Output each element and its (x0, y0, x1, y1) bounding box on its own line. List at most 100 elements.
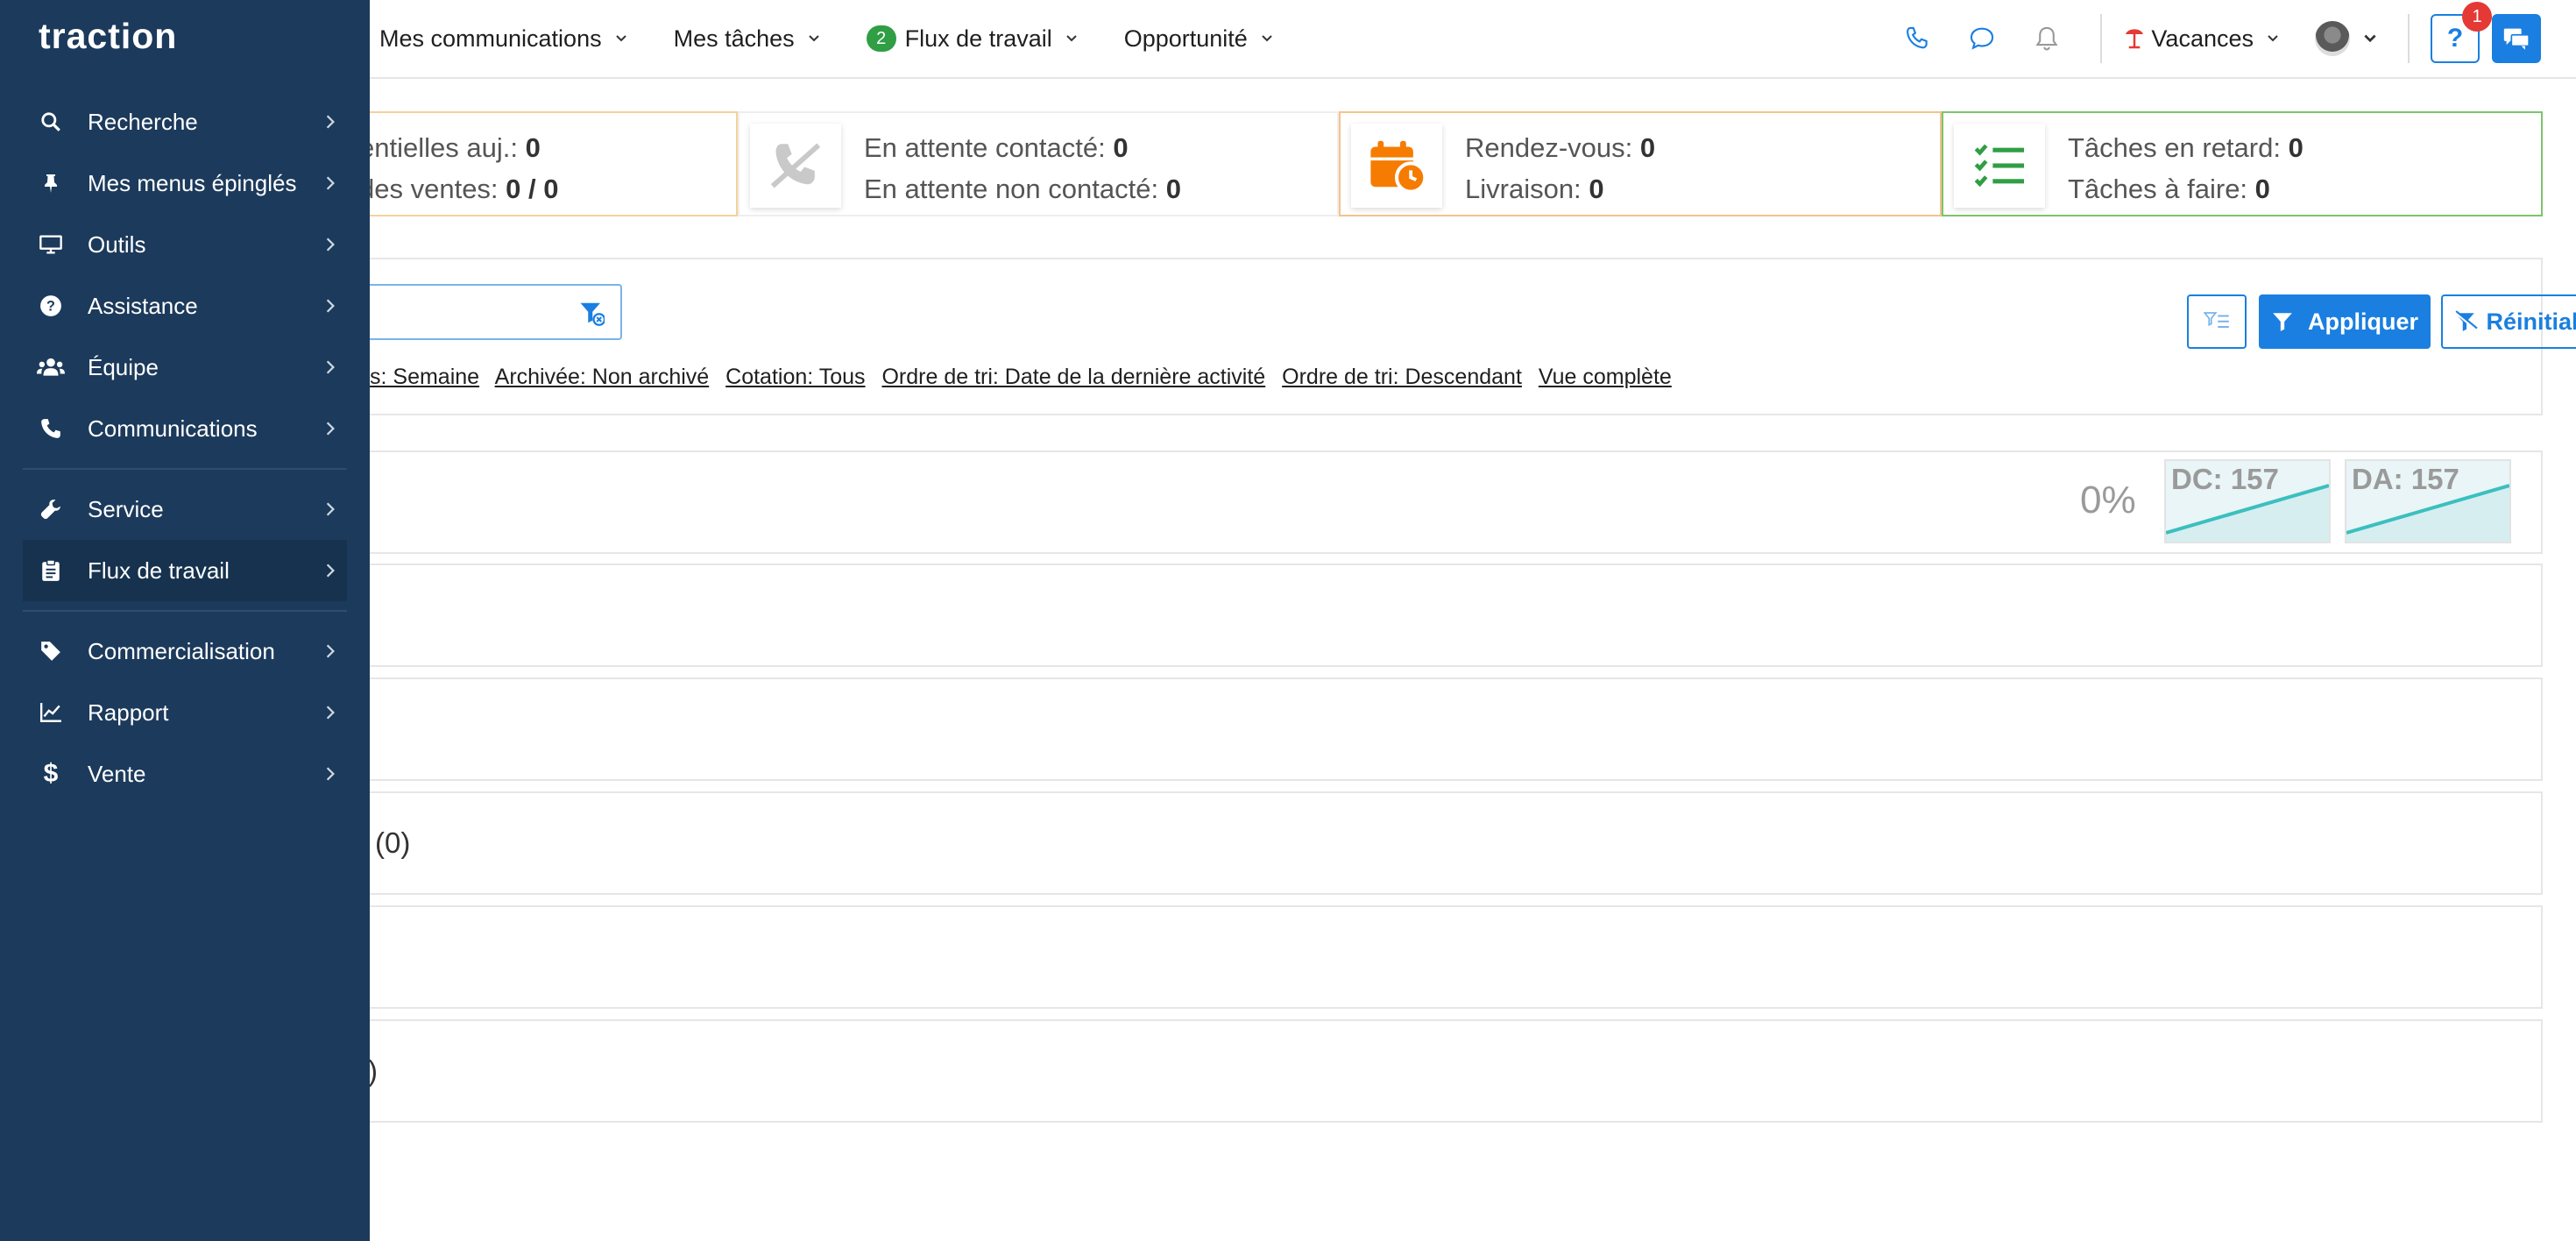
sidebar-item-vente[interactable]: $ Vente (23, 743, 347, 805)
sidebar-item-label: Service (88, 495, 164, 522)
apply-label: Appliquer (2308, 308, 2418, 335)
sidebar-item-label: Flux de travail (88, 557, 230, 584)
filter-chip[interactable]: Cotation: Tous (725, 365, 865, 389)
apply-button[interactable]: Appliquer (2259, 294, 2431, 349)
sidebar-item-assistance[interactable]: ? Assistance (23, 275, 347, 337)
svg-text:?: ? (46, 298, 55, 314)
stat-label: Tâches en retard: (2068, 132, 2281, 163)
sidebar-item-flux-de-travail[interactable]: Flux de travail (23, 540, 347, 601)
phone-icon[interactable] (1900, 22, 1934, 55)
tag-icon (37, 637, 65, 665)
stat-value: 0 / 0 (506, 174, 559, 204)
row-label: (0) (375, 826, 411, 859)
phone-icon (37, 415, 65, 443)
nav-mes-communications[interactable]: Mes communications (379, 25, 628, 53)
filter-chip[interactable]: Ordre de tri: Descendant (1282, 365, 1522, 389)
filter-chip[interactable]: Ordre de tri: Date de la dernière activi… (881, 365, 1265, 389)
chevron-right-icon (326, 706, 335, 720)
sidebar-item-recherche[interactable]: Recherche (23, 91, 347, 152)
divider (2100, 14, 2103, 63)
stat-value: 0 (1589, 174, 1604, 204)
percent-value: 0% (2080, 479, 2136, 521)
search-icon (37, 108, 65, 136)
nav-label: Opportunité (1123, 25, 1248, 52)
list-row[interactable]: ) (123, 1019, 2543, 1123)
stat-label: En attente contacté: (864, 132, 1106, 163)
nav-opportunite[interactable]: Opportunité (1124, 25, 1274, 53)
filter-select[interactable] (335, 284, 622, 340)
sidebar-item-equipe[interactable]: Équipe (23, 337, 347, 398)
pin-icon (37, 169, 65, 197)
help-button[interactable]: ? 1 (2431, 2, 2492, 63)
stat-card-tasks: Tâches en retard: 0 Tâches à faire: 0 (1942, 111, 2543, 216)
reset-label: Réinitialiser (2486, 308, 2576, 335)
filter-chip[interactable]: Archivée: Non archivé (495, 365, 710, 389)
app-logo[interactable]: traction (39, 16, 177, 57)
calendar-clock-icon (1351, 124, 1442, 208)
da-label: DA: 157 (2352, 463, 2459, 495)
sidebar-item-label: Assistance (88, 292, 198, 319)
stat-value: 0 (2254, 174, 2270, 204)
sidebar-item-rapport[interactable]: Rapport (23, 682, 347, 743)
sidebar-item-label: Recherche (88, 108, 198, 135)
sidebar-item-label: Mes menus épinglés (88, 169, 297, 196)
list-row[interactable] (123, 677, 2543, 781)
summary-row[interactable]: 0% DC: 157 DA: 157 (123, 450, 2543, 554)
chevron-right-icon (326, 502, 335, 516)
dollar-icon: $ (43, 759, 59, 788)
filter-chip[interactable]: Vue complète (1539, 365, 1672, 389)
stat-value: 0 (1113, 132, 1129, 163)
chevron-down-icon (2268, 35, 2278, 42)
line-chart-icon (37, 699, 65, 727)
chevron-right-icon (326, 767, 335, 781)
notification-badge: 1 (2462, 2, 2492, 32)
stat-label: des ventes: (359, 174, 499, 204)
chevron-down-icon[interactable] (2362, 31, 2378, 46)
stat-card-pending: En attente contacté: 0 En attente non co… (738, 111, 1339, 216)
list-row[interactable] (123, 564, 2543, 667)
filter-options-button[interactable] (2187, 294, 2247, 349)
sidebar-item-communications[interactable]: Communications (23, 398, 347, 459)
list-row[interactable] (123, 905, 2543, 1009)
sidebar-item-label: Outils (88, 230, 146, 258)
sidebar-item-label: Rapport (88, 699, 169, 726)
sidebar-item-commercialisation[interactable]: Commercialisation (23, 620, 347, 682)
nav-label: Mes communications (379, 25, 602, 52)
sidebar-item-label: Équipe (88, 353, 159, 380)
chevron-right-icon (326, 238, 335, 252)
messages-button[interactable] (2492, 14, 2541, 63)
users-icon (37, 353, 65, 381)
nav-label: Mes tâches (673, 25, 795, 52)
filter-clear-icon[interactable] (578, 300, 605, 326)
chevron-right-icon (326, 115, 335, 129)
sidebar-item-outils[interactable]: Outils (23, 214, 347, 275)
divider (23, 468, 347, 470)
list-row[interactable]: (0) (123, 791, 2543, 895)
count-badge: 2 (866, 25, 896, 52)
comments-icon (2503, 28, 2530, 50)
nav-mes-taches[interactable]: Mes tâches (674, 25, 821, 53)
chevron-right-icon (326, 176, 335, 190)
sidebar-item-mes-menus-epingles[interactable]: Mes menus épinglés (23, 152, 347, 214)
stat-value: 0 (2288, 132, 2304, 163)
chevron-right-icon (326, 422, 335, 436)
status-label: Vacances (2151, 25, 2254, 52)
top-nav: Mes communications Mes tâches 2 Flux de … (379, 0, 1320, 77)
stat-label: Rendez-vous: (1465, 132, 1633, 163)
chevron-right-icon (326, 299, 335, 313)
task-list-icon (1954, 124, 2045, 208)
question-icon: ? (2446, 24, 2464, 53)
sidebar-item-service[interactable]: Service (23, 479, 347, 540)
nav-flux-de-travail[interactable]: 2 Flux de travail (866, 25, 1079, 53)
reset-button[interactable]: Réinitialiser (2441, 294, 2576, 349)
filter-chip[interactable]: s: Semaine (370, 365, 479, 389)
chevron-right-icon (326, 644, 335, 658)
bell-icon[interactable] (2030, 22, 2063, 55)
chevron-down-icon (1262, 35, 1272, 42)
divider (2408, 14, 2410, 63)
wrench-icon (37, 495, 65, 523)
stat-label: En attente non contacté: (864, 174, 1159, 204)
avatar[interactable] (2315, 21, 2350, 56)
chat-bubble-icon[interactable] (1965, 22, 1999, 55)
status-dropdown[interactable]: Vacances (2123, 25, 2280, 53)
